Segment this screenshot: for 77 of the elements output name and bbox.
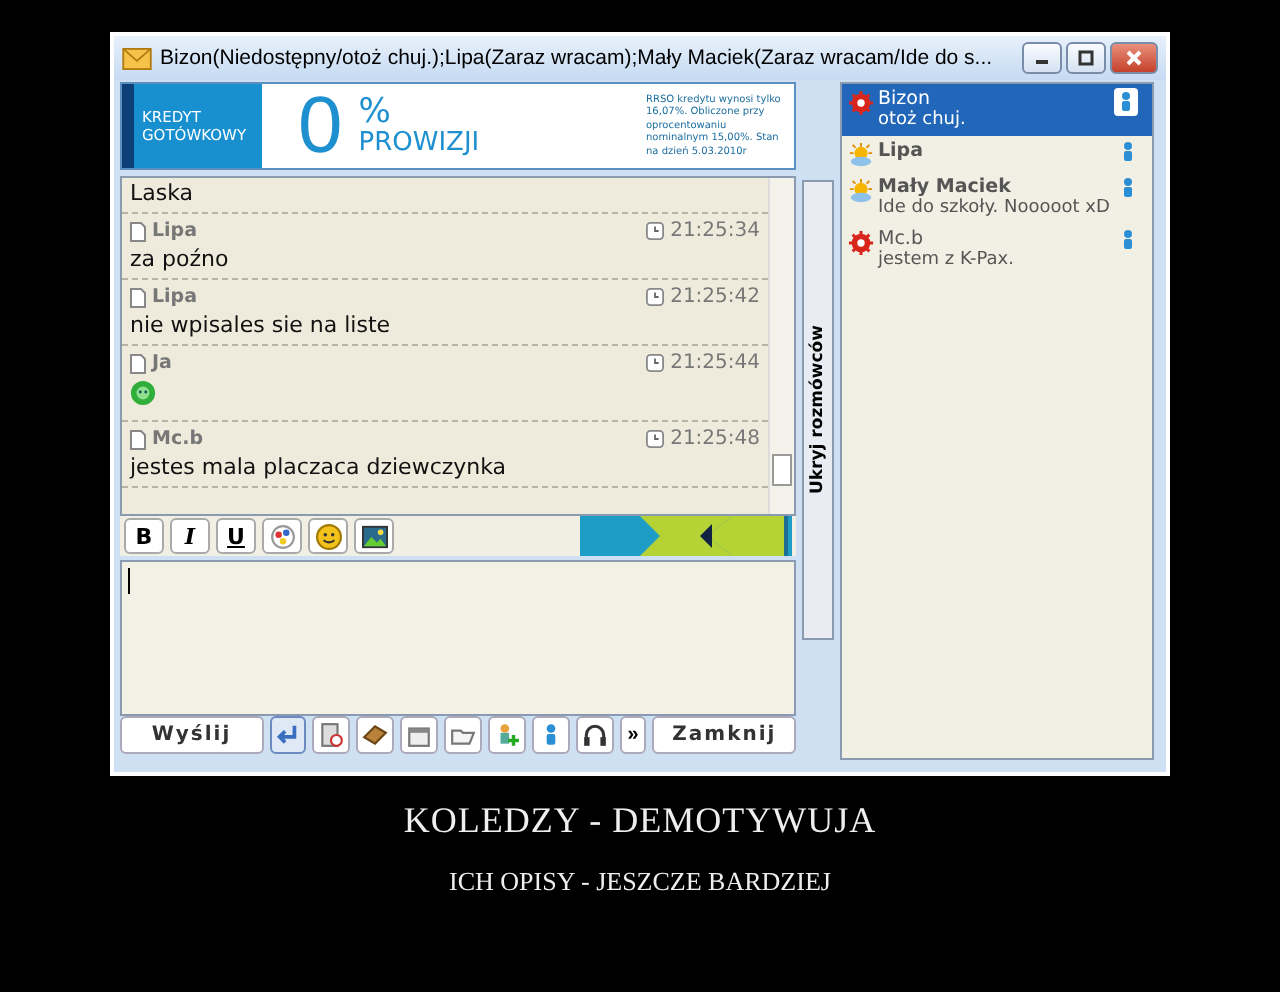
contact-item[interactable]: Mały Maciek Ide do szkoły. Nooooot xD xyxy=(842,172,1152,224)
contact-description: Ide do szkoły. Nooooot xD xyxy=(878,198,1112,220)
sun-cloud-icon xyxy=(848,142,874,168)
contact-name: Lipa xyxy=(878,140,926,162)
hide-contacts-tab[interactable]: Ukryj rozmówców xyxy=(802,180,834,640)
calendar-button[interactable] xyxy=(400,716,439,754)
folder-button[interactable] xyxy=(444,716,482,754)
clipboard-button[interactable] xyxy=(312,716,351,754)
poster-subtitle: ICH OPISY - JESZCZE BARDZIEJ xyxy=(449,866,831,898)
contact-name: Bizon xyxy=(878,88,932,110)
clipboard-icon xyxy=(318,722,345,748)
person-icon xyxy=(1118,140,1138,164)
clock-icon xyxy=(646,222,665,240)
close-icon xyxy=(1124,48,1144,68)
contact-item[interactable]: Mc.b jestem z K-Pax. xyxy=(842,224,1152,276)
send-button[interactable]: Wyślij xyxy=(120,716,264,754)
person-icon xyxy=(1118,228,1138,252)
ad-headline: PROWIZJI xyxy=(358,130,480,156)
maximize-icon xyxy=(1076,48,1096,68)
window-title: Bizon(Niedostępny/otoż chuj.);Lipa(Zaraz wracam);Mały Maciek(Zaraz wracam/Ide do s... xyxy=(160,46,995,70)
message-author: Mc.b xyxy=(152,428,203,450)
gear-icon xyxy=(848,90,874,116)
contact-name: Mały Maciek xyxy=(878,176,1013,198)
close-chat-button[interactable]: Zamknij xyxy=(652,716,796,754)
book-button[interactable] xyxy=(356,716,395,754)
person-icon xyxy=(1114,88,1138,116)
ad-zero: 0 xyxy=(298,86,343,166)
message-time: 21:25:42 xyxy=(670,286,760,308)
poster-title: KOLEDZY - DEMOTYWUJA xyxy=(403,800,877,842)
sun-cloud-icon xyxy=(848,178,874,204)
message-input-field[interactable] xyxy=(120,560,796,716)
ad-percent: % xyxy=(358,96,391,130)
message-text: Laska xyxy=(130,180,196,208)
person-icon xyxy=(1118,176,1138,200)
contact-name: Mc.b xyxy=(878,228,925,250)
message-author: Ja xyxy=(152,352,172,374)
message-time: 21:25:34 xyxy=(670,220,760,242)
picture-icon xyxy=(361,523,387,549)
contact-item[interactable]: Bizon otoż chuj. xyxy=(842,84,1152,136)
message-author: Lipa xyxy=(152,220,198,242)
underline-button[interactable]: U xyxy=(216,518,256,554)
contact-description: otoż chuj. xyxy=(878,110,968,132)
scrollbar[interactable] xyxy=(768,178,794,514)
bold-button[interactable]: B xyxy=(124,518,164,554)
enter-button[interactable] xyxy=(269,716,307,754)
more-button[interactable]: » xyxy=(619,716,647,754)
image-button[interactable] xyxy=(354,518,394,554)
palette-icon xyxy=(269,523,295,549)
message-time: 21:25:48 xyxy=(670,428,760,450)
contact-description: jestem z K-Pax. xyxy=(878,250,1016,272)
document-icon xyxy=(130,287,146,307)
headphones-button[interactable] xyxy=(575,716,614,754)
smiley-button[interactable] xyxy=(308,518,348,554)
person-plus-button[interactable] xyxy=(487,716,526,754)
document-icon xyxy=(130,353,146,373)
italic-button[interactable]: I xyxy=(170,518,210,554)
clock-icon xyxy=(646,288,665,306)
close-button[interactable] xyxy=(1110,42,1158,74)
message-author: Lipa xyxy=(152,286,198,308)
clock-icon xyxy=(646,430,665,448)
smiley-icon xyxy=(315,523,341,549)
message-time: 21:25:44 xyxy=(670,352,760,374)
maximize-button[interactable] xyxy=(1066,42,1106,74)
enter-arrow-icon xyxy=(274,722,301,748)
message-text: za poźno xyxy=(130,246,231,274)
message-text: nie wpisales sie na liste xyxy=(130,312,393,340)
envelope-icon xyxy=(122,47,152,69)
palette-button[interactable] xyxy=(262,518,302,554)
contact-item[interactable]: Lipa xyxy=(842,136,1152,172)
message-text: jestes mala placzaca dziewczynka xyxy=(130,454,509,482)
document-icon xyxy=(130,429,146,449)
gear-icon xyxy=(848,230,874,256)
document-icon xyxy=(130,221,146,241)
clock-icon xyxy=(646,354,665,372)
headphones-icon xyxy=(581,722,608,748)
minimize-button[interactable] xyxy=(1022,42,1062,74)
emoticon-icon xyxy=(130,380,156,406)
